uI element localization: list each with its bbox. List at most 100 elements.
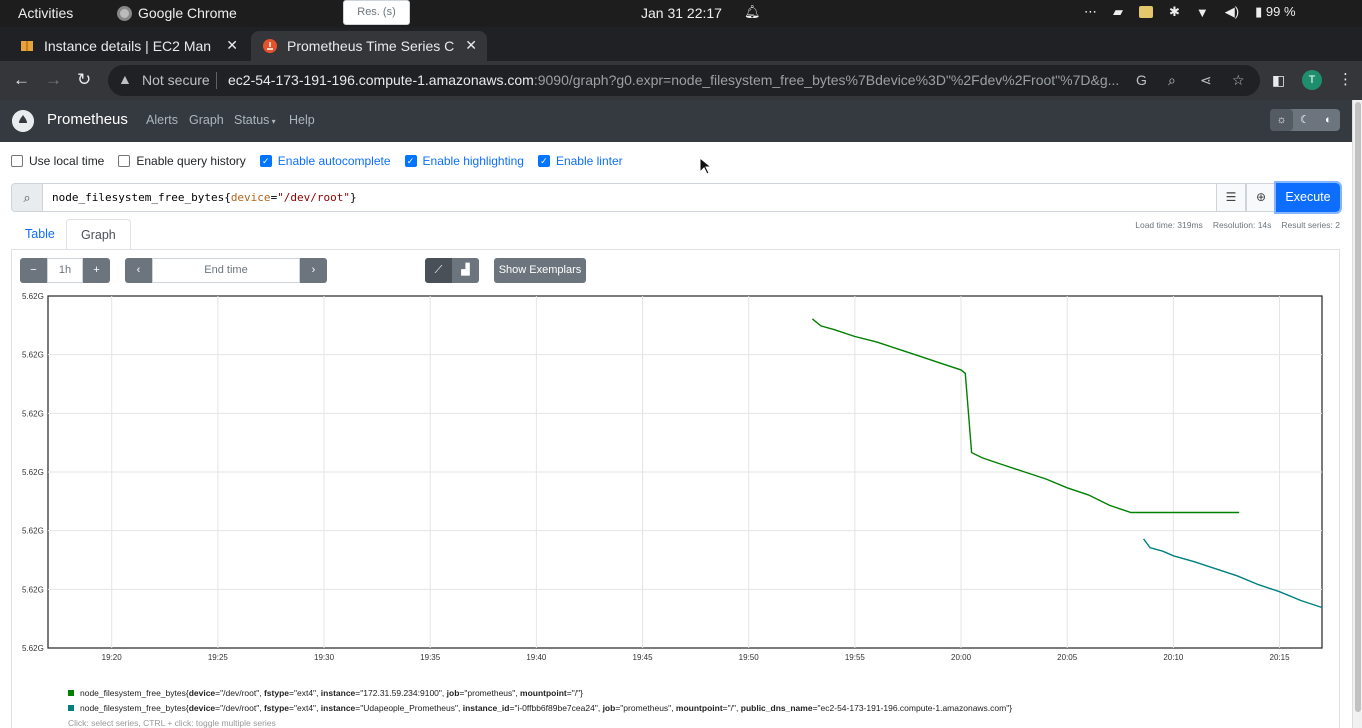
close-tab-icon[interactable]: ✕	[226, 37, 238, 54]
caret-down-icon: ▾	[269, 117, 276, 126]
volume-icon[interactable]: ◀︎)	[1225, 4, 1239, 20]
auto-theme-icon[interactable]: ◐	[1317, 109, 1340, 131]
x-tick-label: 19:35	[420, 653, 441, 662]
app-name: Google Chrome	[138, 5, 237, 21]
query-label-value: "/dev/root"	[277, 191, 351, 204]
option-local-time[interactable]: Use local time	[11, 154, 104, 168]
app-menu[interactable]: Google Chrome	[117, 5, 237, 21]
time-series-chart[interactable]: 19:20 19:25 19:30 19:35 19:40 19:45 19:50 19:55…	[0, 285, 1350, 680]
dark-theme-icon[interactable]: ☾	[1293, 109, 1316, 131]
metrics-explorer-icon[interactable]: ⊕	[1246, 183, 1276, 212]
option-query-history[interactable]: Enable query history	[118, 154, 246, 168]
legend-hint: Click: select series, CTRL + click: togg…	[68, 718, 276, 728]
docker-icon[interactable]: ▰	[1113, 4, 1123, 20]
slack-icon[interactable]: ✱	[1169, 4, 1180, 20]
light-theme-icon[interactable]: ☼	[1270, 109, 1294, 131]
legend-item[interactable]: node_filesystem_free_bytes{device="/dev/…	[68, 700, 1012, 715]
x-tick-label: 19:40	[526, 653, 547, 662]
increase-range-button[interactable]: +	[83, 258, 110, 283]
warning-icon[interactable]: ▲	[118, 71, 132, 87]
url-host: ec2-54-173-191-196.compute-1.amazonaws.c…	[228, 72, 534, 88]
share-icon[interactable]: ⋖	[1200, 72, 1212, 89]
forward-icon[interactable]: →	[45, 70, 62, 90]
notes-icon[interactable]	[1139, 6, 1153, 18]
browser-tab-ec2[interactable]: Instance details | EC2 Man ✕	[8, 31, 248, 61]
chevron-right-icon[interactable]: ›	[300, 258, 327, 283]
range-input[interactable]: 1h	[47, 258, 83, 283]
close-tab-icon[interactable]: ✕	[465, 37, 477, 54]
wifi-icon[interactable]: ▼	[1196, 5, 1209, 20]
option-highlighting[interactable]: ✓ Enable highlighting	[404, 154, 524, 168]
back-icon[interactable]: ←	[13, 70, 30, 90]
nav-help[interactable]: Help	[289, 113, 315, 127]
execute-button[interactable]: Execute	[1274, 181, 1342, 214]
scrollbar-thumb[interactable]	[1355, 102, 1361, 712]
tab-title: Prometheus Time Series C	[287, 38, 455, 54]
y-tick-label: 5.62G	[22, 292, 44, 301]
page-scrollbar[interactable]	[1352, 100, 1362, 728]
option-label: Use local time	[29, 154, 105, 168]
bookmark-star-icon[interactable]: ☆	[1232, 72, 1245, 89]
security-label[interactable]: Not secure	[142, 72, 210, 88]
prometheus-favicon-icon	[263, 39, 277, 53]
url-text[interactable]: ec2-54-173-191-196.compute-1.amazonaws.c…	[228, 72, 1128, 88]
result-series: Result series: 2	[1281, 220, 1340, 230]
system-tray[interactable]: ⋯ ▰ ✱ ▼ ◀︎) ▮ 99 %	[1084, 4, 1296, 20]
option-label: Enable autocomplete	[277, 154, 391, 168]
unstacked-chart-icon[interactable]: ⟋	[425, 258, 452, 283]
address-bar[interactable]: ▲ Not secure ec2-54-173-191-196.compute-…	[108, 65, 1260, 96]
legend-item[interactable]: node_filesystem_free_bytes{device="/dev/…	[68, 685, 1012, 700]
option-linter[interactable]: ✓ Enable linter	[537, 154, 623, 168]
load-time: Load time: 319ms	[1135, 220, 1203, 230]
more-icon[interactable]: ⋯	[1084, 4, 1097, 20]
checkbox[interactable]	[11, 155, 23, 167]
y-tick-label: 5.62G	[22, 409, 44, 418]
chrome-menu-icon[interactable]: ⋮	[1338, 70, 1353, 88]
prometheus-logo-icon[interactable]	[12, 110, 34, 132]
theme-toggle-group: ☼ ☾ ◐	[1270, 109, 1340, 131]
x-tick-label: 19:50	[739, 653, 760, 662]
battery-percent: 99 %	[1265, 4, 1296, 19]
clock[interactable]: Jan 31 22:17	[641, 5, 722, 21]
checkbox-checked-icon[interactable]: ✓	[259, 155, 272, 167]
x-tick-label: 20:15	[1270, 653, 1291, 662]
checkbox-checked-icon[interactable]: ✓	[404, 155, 417, 167]
legend-swatch	[68, 689, 74, 696]
resolution: Resolution: 14s	[1212, 220, 1272, 230]
nav-graph[interactable]: Graph	[189, 113, 224, 127]
tab-title: Instance details | EC2 Man	[44, 38, 212, 54]
zoom-icon[interactable]: ⌕	[1168, 72, 1176, 89]
checkbox[interactable]	[118, 155, 131, 167]
expression-input[interactable]: node_filesystem_free_bytes{device="/dev/…	[42, 183, 1217, 212]
end-time-input[interactable]: End time	[152, 258, 300, 283]
legend-label: node_filesystem_free_bytes{device="/dev/…	[80, 687, 583, 698]
activities-button[interactable]: Activities	[18, 5, 73, 21]
profile-avatar[interactable]: T	[1302, 70, 1322, 90]
nav-alerts[interactable]: Alerts	[146, 113, 178, 127]
reload-icon[interactable]: ↻	[77, 70, 91, 90]
tab-graph[interactable]: Graph	[66, 219, 131, 250]
chevron-left-icon[interactable]: ‹	[125, 258, 152, 283]
format-expression-icon[interactable]: ☰	[1216, 183, 1246, 212]
battery-icon[interactable]: ▮ 99 %	[1255, 4, 1295, 20]
side-panel-icon[interactable]: ◧	[1272, 72, 1285, 89]
option-label: Enable linter	[555, 154, 623, 168]
query-label-key: device	[230, 191, 271, 204]
nav-status-label: Status	[234, 113, 270, 127]
x-tick-label: 20:10	[1163, 653, 1184, 662]
y-tick-label: 5.62G	[22, 527, 44, 536]
show-exemplars-button[interactable]: Show Exemplars	[494, 258, 586, 283]
google-lens-icon[interactable]: G	[1136, 72, 1147, 88]
aws-favicon-icon	[21, 41, 33, 51]
resolution-input[interactable]: Res. (s)	[343, 0, 410, 25]
stacked-chart-icon[interactable]: ▟	[452, 258, 479, 283]
checkbox-checked-icon[interactable]: ✓	[537, 155, 550, 167]
browser-tab-prometheus[interactable]: Prometheus Time Series C ✕	[251, 31, 487, 61]
notification-bell-icon[interactable]: 🔔︎	[744, 4, 761, 20]
option-autocomplete[interactable]: ✓ Enable autocomplete	[259, 154, 391, 168]
brand-title[interactable]: Prometheus	[47, 111, 128, 128]
tab-table[interactable]: Table	[11, 219, 69, 250]
decrease-range-button[interactable]: −	[20, 258, 47, 283]
nav-status[interactable]: Status ▾	[234, 113, 276, 127]
legend-swatch	[68, 704, 74, 711]
